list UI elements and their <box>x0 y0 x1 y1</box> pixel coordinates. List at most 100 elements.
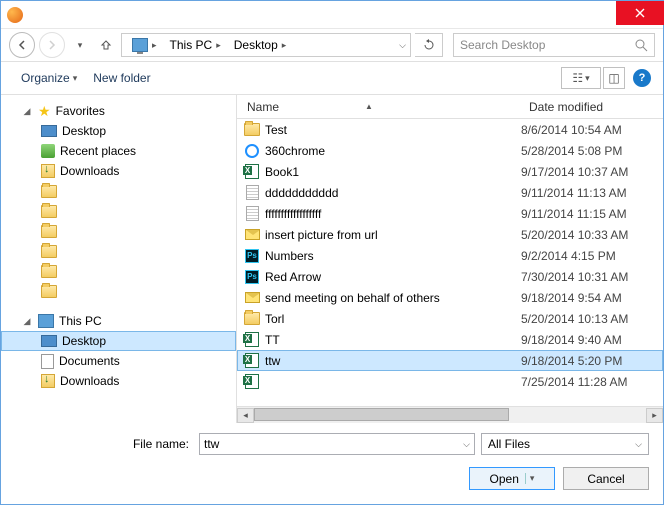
file-row[interactable]: Book19/17/2014 10:37 AM <box>237 161 663 182</box>
column-date[interactable]: Date modified <box>523 100 663 114</box>
chevron-right-icon: ▸ <box>282 40 287 51</box>
sidebar-item-downloads[interactable]: Downloads <box>1 161 236 181</box>
file-name: send meeting on behalf of others <box>265 291 521 305</box>
sidebar-folder[interactable] <box>1 261 236 281</box>
chevron-right-icon: ▸ <box>216 40 221 51</box>
pane-icon: ◫ <box>608 71 619 85</box>
firefox-icon <box>7 7 23 23</box>
sidebar-item-pc-desktop[interactable]: Desktop <box>1 331 236 351</box>
folder-icon <box>41 285 57 298</box>
column-header: Name ▲ Date modified <box>237 95 663 119</box>
filetype-select[interactable]: All Files⌵ <box>481 433 649 455</box>
sidebar-folder[interactable] <box>1 181 236 201</box>
sidebar-folder[interactable] <box>1 221 236 241</box>
downloads-icon <box>41 164 55 178</box>
file-name: ffffffffffffffffff <box>265 207 521 221</box>
new-folder-button[interactable]: New folder <box>85 67 158 89</box>
breadcrumb-root-icon[interactable]: ▸ <box>126 36 163 54</box>
sidebar-label: Downloads <box>60 374 119 388</box>
refresh-icon <box>423 39 435 51</box>
documents-icon <box>41 354 54 369</box>
scroll-right-button[interactable]: ▸ <box>646 408 663 423</box>
file-row[interactable]: Torl5/20/2014 10:13 AM <box>237 308 663 329</box>
folder-icon <box>244 312 260 325</box>
file-row[interactable]: ffffffffffffffffff9/11/2014 11:15 AM <box>237 203 663 224</box>
breadcrumb-thispc[interactable]: This PC▸ <box>164 36 227 54</box>
mail-icon <box>245 292 260 303</box>
search-input[interactable]: Search Desktop <box>453 33 655 57</box>
file-row[interactable]: PsNumbers9/2/2014 4:15 PM <box>237 245 663 266</box>
search-icon <box>635 39 648 52</box>
chevron-down-icon[interactable]: ⌵ <box>399 40 406 51</box>
list-icon: ☷ <box>572 71 583 85</box>
chevron-down-icon[interactable]: ⌵ <box>463 439 470 450</box>
folder-icon <box>41 185 57 198</box>
close-button[interactable] <box>616 1 664 25</box>
open-button[interactable]: Open ▾ <box>469 467 555 490</box>
chevron-down-icon[interactable]: ▾ <box>525 473 535 484</box>
filename-input[interactable]: ttw⌵ <box>199 433 475 455</box>
scroll-left-button[interactable]: ◂ <box>237 408 254 423</box>
cancel-button[interactable]: Cancel <box>563 467 649 490</box>
file-date: 5/20/2014 10:33 AM <box>521 228 663 242</box>
column-name[interactable]: Name ▲ <box>237 100 523 114</box>
folder-icon <box>41 205 57 218</box>
monitor-icon <box>132 38 148 52</box>
organize-button[interactable]: Organize ▾ <box>13 67 85 89</box>
sidebar-item-desktop[interactable]: Desktop <box>1 121 236 141</box>
file-row[interactable]: PsRed Arrow7/30/2014 10:31 AM <box>237 266 663 287</box>
preview-pane-button[interactable]: ◫ <box>603 67 625 89</box>
scroll-thumb[interactable] <box>254 408 509 421</box>
sidebar-folder[interactable] <box>1 281 236 301</box>
column-label: Date modified <box>529 100 603 114</box>
sidebar-item-documents[interactable]: Documents <box>1 351 236 371</box>
sidebar-item-pc-downloads[interactable]: Downloads <box>1 371 236 391</box>
file-date: 9/17/2014 10:37 AM <box>521 165 663 179</box>
chevron-down-icon: ▾ <box>78 40 83 51</box>
up-button[interactable] <box>95 34 117 56</box>
sidebar-folder[interactable] <box>1 201 236 221</box>
file-row[interactable]: 360chrome5/28/2014 5:08 PM <box>237 140 663 161</box>
sidebar-folder[interactable] <box>1 241 236 261</box>
file-row[interactable]: ddddddddddd9/11/2014 11:13 AM <box>237 182 663 203</box>
breadcrumb-desktop[interactable]: Desktop▸ <box>228 36 293 54</box>
chevron-right-icon: ▸ <box>152 40 157 51</box>
refresh-button[interactable] <box>415 33 443 57</box>
help-button[interactable]: ? <box>633 69 651 87</box>
sidebar-favorites[interactable]: ◢★Favorites <box>1 101 236 121</box>
back-button[interactable] <box>9 32 35 58</box>
sidebar-item-recent[interactable]: Recent places <box>1 141 236 161</box>
file-row[interactable]: Test8/6/2014 10:54 AM <box>237 119 663 140</box>
file-name: TT <box>265 333 521 347</box>
sidebar-thispc[interactable]: ◢This PC <box>1 311 236 331</box>
view-options-button[interactable]: ☷▾ <box>561 67 601 89</box>
sidebar-label: Documents <box>59 354 120 368</box>
excel-icon <box>245 332 259 347</box>
column-label: Name <box>247 100 279 114</box>
pc-icon <box>38 314 54 328</box>
sort-asc-icon: ▲ <box>365 102 373 111</box>
breadcrumb[interactable]: ▸ This PC▸ Desktop▸ ⌵ <box>121 33 411 57</box>
expand-icon: ◢ <box>21 106 33 117</box>
chevron-down-icon: ▾ <box>585 73 590 84</box>
sidebar-label: Desktop <box>62 124 106 138</box>
sidebar-label: This PC <box>59 314 102 328</box>
file-row[interactable]: send meeting on behalf of others9/18/201… <box>237 287 663 308</box>
file-row[interactable]: 7/25/2014 11:28 AM <box>237 371 663 392</box>
scroll-track[interactable] <box>254 408 646 423</box>
organize-label: Organize <box>21 71 70 85</box>
file-row[interactable]: TT9/18/2014 9:40 AM <box>237 329 663 350</box>
excel-icon <box>245 164 259 179</box>
file-row[interactable]: insert picture from url5/20/2014 10:33 A… <box>237 224 663 245</box>
recent-icon <box>41 144 55 158</box>
titlebar <box>1 1 663 29</box>
forward-button[interactable] <box>39 32 65 58</box>
file-date: 8/6/2014 10:54 AM <box>521 123 663 137</box>
horizontal-scrollbar[interactable]: ◂ ▸ <box>237 406 663 423</box>
file-row[interactable]: ttw9/18/2014 5:20 PM <box>237 350 663 371</box>
star-icon: ★ <box>38 103 51 120</box>
file-list[interactable]: Test8/6/2014 10:54 AM360chrome5/28/2014 … <box>237 119 663 406</box>
button-label: Open <box>490 472 519 486</box>
recent-locations-button[interactable]: ▾ <box>69 34 91 56</box>
file-open-dialog: ▾ ▸ This PC▸ Desktop▸ ⌵ Search Desktop O… <box>0 0 664 505</box>
